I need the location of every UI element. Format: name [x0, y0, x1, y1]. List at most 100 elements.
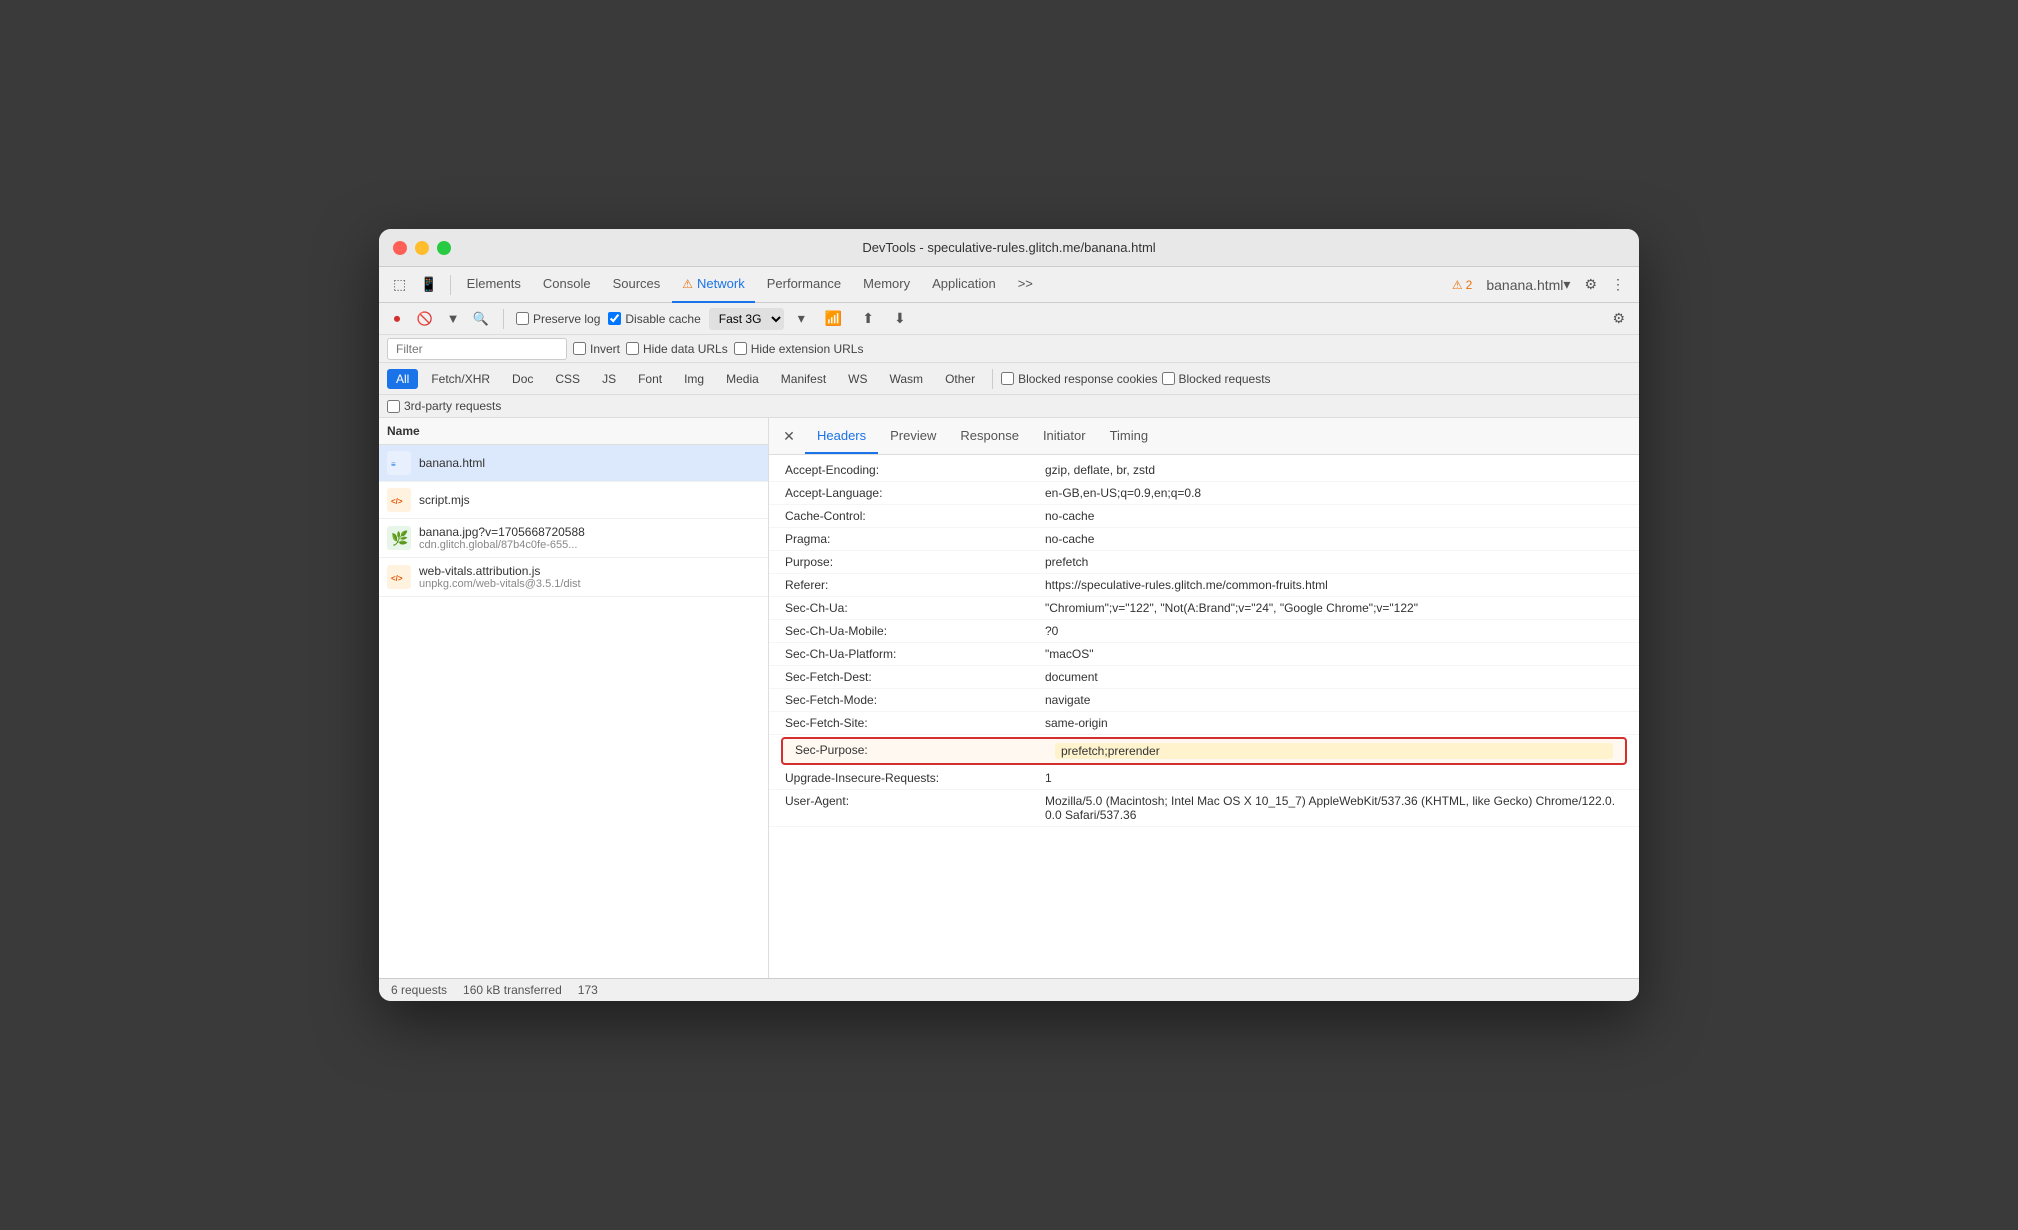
filter-font[interactable]: Font	[629, 369, 671, 389]
blocked-response-cookies-label[interactable]: Blocked response cookies	[1001, 372, 1157, 386]
header-value: 1	[1045, 771, 1623, 785]
header-value: https://speculative-rules.glitch.me/comm…	[1045, 578, 1623, 592]
tab-preview[interactable]: Preview	[878, 418, 948, 454]
devtools-window: DevTools - speculative-rules.glitch.me/b…	[379, 229, 1639, 1001]
header-value: gzip, deflate, br, zstd	[1045, 463, 1623, 477]
file-row[interactable]: </> web-vitals.attribution.js unpkg.com/…	[379, 558, 768, 597]
filter-wasm[interactable]: Wasm	[881, 369, 933, 389]
blocked-requests-label[interactable]: Blocked requests	[1162, 372, 1271, 386]
file-name: script.mjs	[419, 493, 760, 507]
blocked-response-cookies-checkbox[interactable]	[1001, 372, 1014, 385]
upload-icon[interactable]: ⬆	[856, 306, 880, 331]
divider	[450, 275, 451, 295]
maximize-button[interactable]	[437, 241, 451, 255]
filter-manifest[interactable]: Manifest	[772, 369, 835, 389]
filter-fetch-xhr[interactable]: Fetch/XHR	[422, 369, 499, 389]
clear-button[interactable]: 🚫	[415, 309, 435, 329]
blocked-requests-checkbox[interactable]	[1162, 372, 1175, 385]
search-icon[interactable]: 🔍	[471, 309, 491, 329]
third-party-label[interactable]: 3rd-party requests	[387, 399, 501, 413]
select-element-icon[interactable]: ⬚	[387, 272, 412, 297]
filter-input[interactable]	[387, 338, 567, 360]
third-party-bar: 3rd-party requests	[379, 395, 1639, 418]
header-value: no-cache	[1045, 509, 1623, 523]
filter-media[interactable]: Media	[717, 369, 768, 389]
titlebar: DevTools - speculative-rules.glitch.me/b…	[379, 229, 1639, 267]
filter-css[interactable]: CSS	[546, 369, 589, 389]
header-name: Sec-Fetch-Site:	[785, 716, 1045, 730]
tab-memory[interactable]: Memory	[853, 267, 920, 303]
header-value: "Chromium";v="122", "Not(A:Brand";v="24"…	[1045, 601, 1623, 615]
wifi-icon[interactable]: 📶	[819, 306, 848, 331]
header-value: ?0	[1045, 624, 1623, 638]
header-row: Referer: https://speculative-rules.glitc…	[769, 574, 1639, 597]
resource-size: 173	[578, 983, 598, 997]
file-name: banana.jpg?v=1705668720588	[419, 525, 760, 539]
header-name: Sec-Purpose:	[795, 743, 1055, 757]
settings-icon[interactable]: ⚙	[1578, 272, 1603, 297]
file-row[interactable]: ≡ banana.html	[379, 445, 768, 482]
filter-other[interactable]: Other	[936, 369, 984, 389]
hide-extension-urls-label[interactable]: Hide extension URLs	[734, 342, 864, 356]
header-name: Accept-Encoding:	[785, 463, 1045, 477]
preserve-log-checkbox[interactable]	[516, 312, 529, 325]
hide-extension-urls-checkbox[interactable]	[734, 342, 747, 355]
minimize-button[interactable]	[415, 241, 429, 255]
tab-response[interactable]: Response	[948, 418, 1031, 454]
throttle-selector[interactable]: Fast 3G	[709, 308, 784, 330]
file-info: banana.html	[419, 456, 760, 470]
tab-console[interactable]: Console	[533, 267, 601, 303]
filter-bar: Invert Hide data URLs Hide extension URL…	[379, 335, 1639, 363]
hide-data-urls-checkbox[interactable]	[626, 342, 639, 355]
header-row-highlighted: Sec-Purpose: prefetch;prerender	[781, 737, 1627, 765]
tab-headers[interactable]: Headers	[805, 418, 878, 454]
disable-cache-label[interactable]: Disable cache	[608, 312, 700, 326]
preserve-log-label[interactable]: Preserve log	[516, 312, 600, 326]
file-info: banana.jpg?v=1705668720588 cdn.glitch.gl…	[419, 525, 760, 551]
close-panel-icon[interactable]: ✕	[777, 424, 801, 448]
device-mode-icon[interactable]: 📱	[414, 272, 443, 297]
page-selector[interactable]: banana.html ▾	[1480, 272, 1576, 297]
third-party-checkbox[interactable]	[387, 400, 400, 413]
file-row[interactable]: 🌿 banana.jpg?v=1705668720588 cdn.glitch.…	[379, 519, 768, 558]
tab-elements[interactable]: Elements	[457, 267, 531, 303]
tab-performance[interactable]: Performance	[757, 267, 851, 303]
tab-sources[interactable]: Sources	[603, 267, 671, 303]
file-list-header: Name	[379, 418, 768, 445]
tab-initiator[interactable]: Initiator	[1031, 418, 1098, 454]
download-icon[interactable]: ⬇	[888, 306, 912, 331]
more-options-icon[interactable]: ⋮	[1605, 272, 1631, 297]
header-name: Upgrade-Insecure-Requests:	[785, 771, 1045, 785]
file-info: script.mjs	[419, 493, 760, 507]
throttle-down-icon[interactable]: ▾	[792, 306, 811, 331]
header-value: prefetch	[1045, 555, 1623, 569]
filter-doc[interactable]: Doc	[503, 369, 542, 389]
filter-img[interactable]: Img	[675, 369, 713, 389]
close-button[interactable]	[393, 241, 407, 255]
header-value: document	[1045, 670, 1623, 684]
header-name: Purpose:	[785, 555, 1045, 569]
tab-application[interactable]: Application	[922, 267, 1006, 303]
svg-text:🌿: 🌿	[391, 530, 408, 547]
filter-all[interactable]: All	[387, 369, 418, 389]
settings-network-icon[interactable]: ⚙	[1606, 306, 1631, 331]
disable-cache-checkbox[interactable]	[608, 312, 621, 325]
hide-data-urls-label[interactable]: Hide data URLs	[626, 342, 728, 356]
invert-label[interactable]: Invert	[573, 342, 620, 356]
filter-js[interactable]: JS	[593, 369, 625, 389]
tab-network[interactable]: ⚠ Network	[672, 267, 754, 303]
file-icon-img: 🌿	[387, 526, 411, 550]
invert-checkbox[interactable]	[573, 342, 586, 355]
tab-timing[interactable]: Timing	[1098, 418, 1161, 454]
header-name: User-Agent:	[785, 794, 1045, 808]
filter-ws[interactable]: WS	[839, 369, 876, 389]
filter-icon[interactable]: ▼	[443, 309, 463, 329]
record-button[interactable]: ⏺	[387, 309, 407, 329]
file-row[interactable]: </> script.mjs	[379, 482, 768, 519]
tab-more[interactable]: >>	[1008, 267, 1043, 303]
header-row: Accept-Encoding: gzip, deflate, br, zstd	[769, 459, 1639, 482]
file-url: unpkg.com/web-vitals@3.5.1/dist	[419, 578, 760, 590]
header-name: Referer:	[785, 578, 1045, 592]
file-name: web-vitals.attribution.js	[419, 564, 760, 578]
header-name: Sec-Fetch-Dest:	[785, 670, 1045, 684]
